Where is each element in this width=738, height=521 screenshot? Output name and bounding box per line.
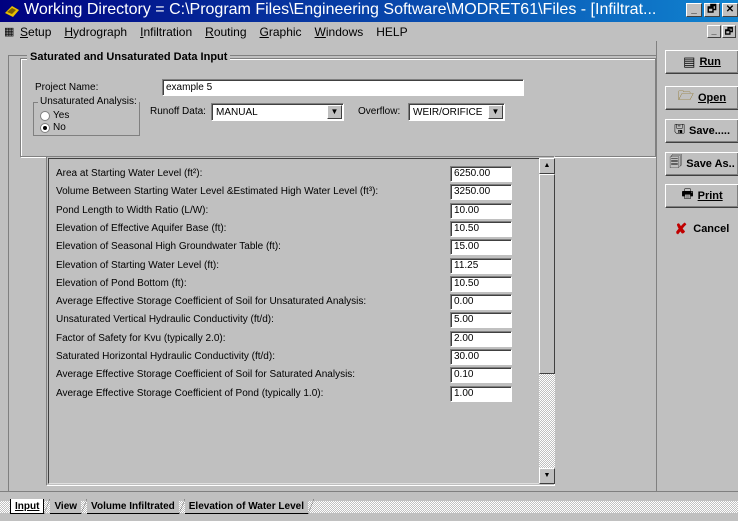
chevron-down-icon[interactable]: ▼ [327, 105, 342, 119]
parameter-input[interactable]: 10.50 [450, 276, 512, 292]
parameter-label: Elevation of Pond Bottom (ft): [56, 278, 187, 289]
parameter-row: Pond Length to Width Ratio (L/W): 10.00 [56, 203, 516, 219]
parameter-label: Volume Between Starting Water Level &Est… [56, 186, 379, 197]
menu-windows[interactable]: Windows [315, 25, 364, 39]
open-button[interactable]: 🗁 Open [665, 86, 738, 110]
menu-hydrograph[interactable]: Hydrograph [64, 25, 127, 39]
unsaturated-analysis-group: Unsaturated Analysis: Yes No [33, 96, 140, 136]
tab-input[interactable]: Input [10, 499, 45, 514]
printer-icon: 🖶 [681, 186, 694, 201]
chevron-down-icon[interactable]: ▼ [488, 105, 503, 119]
parameter-input[interactable]: 0.00 [450, 294, 512, 310]
data-input-group: Saturated and Unsaturated Data Input Pro… [20, 51, 656, 157]
action-panel: ▤ Run 🗁 Open 🖫 Save..... 🗐 Save As.. 🖶 P… [656, 41, 738, 491]
overflow-select[interactable]: WEIR/ORIFICE ▼ [408, 103, 505, 121]
runoff-data-label: Runoff Data: [150, 106, 206, 117]
app-icon [5, 6, 19, 17]
parameter-label: Unsaturated Vertical Hydraulic Conductiv… [56, 314, 274, 325]
parameter-input[interactable]: 0.10 [450, 367, 512, 383]
parameter-label: Elevation of Effective Aquifer Base (ft)… [56, 223, 227, 234]
parameter-label: Saturated Horizontal Hydraulic Conductiv… [56, 351, 275, 362]
close-button[interactable]: ✕ [722, 3, 738, 17]
parameter-row: Area at Starting Water Level (ft²): 6250.… [56, 166, 516, 182]
parameter-row: Average Effective Storage Coefficient of… [56, 294, 516, 310]
window-title: Working Directory = C:\Program Files\Eng… [24, 1, 657, 18]
unsaturated-analysis-label: Unsaturated Analysis: [38, 96, 139, 107]
project-name-input[interactable]: example 5 [162, 79, 524, 96]
restore-button[interactable]: 🗗 [704, 3, 720, 17]
overflow-label: Overflow: [358, 106, 401, 117]
mdi-minimize-button[interactable]: _ [707, 25, 721, 38]
parameter-row: Average Effective Storage Coefficient of… [56, 386, 516, 402]
print-button[interactable]: 🖶 Print [665, 184, 738, 208]
menu-graphic[interactable]: Graphic [260, 25, 302, 39]
bottom-tab-bar: Input View Volume Infiltrated Elevation … [0, 491, 738, 521]
save-as-button[interactable]: 🗐 Save As.. [665, 152, 738, 176]
radio-no[interactable]: No [40, 122, 66, 133]
save-as-icon: 🗐 [669, 154, 683, 169]
mdi-restore-button[interactable]: 🗗 [722, 25, 736, 38]
tab-elevation-water-level[interactable]: Elevation of Water Level [184, 499, 308, 514]
scroll-up-button[interactable]: ▲ [539, 158, 555, 174]
radio-no-button[interactable] [40, 122, 50, 133]
tab-separator [307, 499, 314, 514]
floppy-disk-icon: 🖫 [673, 121, 686, 136]
document-icon[interactable]: ▦ [4, 25, 14, 38]
parameter-label: Elevation of Seasonal High Groundwater T… [56, 241, 281, 252]
minimize-button[interactable]: _ [686, 3, 702, 17]
parameter-row: Volume Between Starting Water Level &Est… [56, 184, 516, 200]
parameter-input[interactable]: 6250.00 [450, 166, 512, 182]
project-name-label: Project Name: [35, 82, 99, 93]
tab-view[interactable]: View [50, 499, 82, 514]
x-icon: ✘ [674, 221, 688, 238]
parameter-row: Elevation of Effective Aquifer Base (ft)… [56, 221, 516, 237]
document-icon: ▤ [683, 54, 696, 69]
parameter-label: Average Effective Storage Coefficient of… [56, 369, 356, 380]
menu-help[interactable]: HELP [376, 25, 407, 39]
parameter-row: Unsaturated Vertical Hydraulic Conductiv… [56, 312, 516, 328]
tab-volume-infiltrated[interactable]: Volume Infiltrated [87, 499, 179, 514]
parameter-row: Average Effective Storage Coefficient of… [56, 367, 516, 383]
parameter-label: Factor of Safety for Kvu (typically 2.0)… [56, 333, 226, 344]
parameters-scrollbar[interactable]: ▲ ▼ [539, 158, 555, 484]
parameter-input[interactable]: 11.25 [450, 258, 512, 274]
parameter-input[interactable]: 1.00 [450, 386, 512, 402]
parameter-input[interactable]: 2.00 [450, 331, 512, 347]
run-button[interactable]: ▤ Run [665, 50, 738, 74]
save-button[interactable]: 🖫 Save..... [665, 119, 738, 143]
runoff-data-select[interactable]: MANUAL ▼ [211, 103, 344, 121]
radio-yes[interactable]: Yes [40, 110, 69, 121]
parameter-row: Elevation of Pond Bottom (ft): 10.50 [56, 276, 516, 292]
parameter-label: Area at Starting Water Level (ft²): [56, 168, 203, 179]
parameter-row: Elevation of Starting Water Level (ft): 1… [56, 258, 516, 274]
parameter-row: Saturated Horizontal Hydraulic Conductiv… [56, 349, 516, 365]
title-bar: Working Directory = C:\Program Files\Eng… [0, 0, 738, 22]
menu-setup[interactable]: Setup [20, 25, 51, 39]
parameter-label: Pond Length to Width Ratio (L/W): [56, 205, 209, 216]
parameter-input[interactable]: 3250.00 [450, 184, 512, 200]
parameter-label: Average Effective Storage Coefficient of… [56, 388, 324, 399]
menu-infiltration[interactable]: Infiltration [140, 25, 192, 39]
scroll-down-button[interactable]: ▼ [539, 468, 555, 484]
parameter-input[interactable]: 5.00 [450, 312, 512, 328]
cancel-button[interactable]: ✘ Cancel [665, 218, 738, 240]
parameter-input[interactable]: 15.00 [450, 239, 512, 255]
folder-icon: 🗁 [677, 88, 694, 103]
parameter-row: Factor of Safety for Kvu (typically 2.0)… [56, 331, 516, 347]
scroll-thumb[interactable] [539, 174, 555, 374]
group-title: Saturated and Unsaturated Data Input [27, 51, 231, 63]
radio-yes-button[interactable] [40, 110, 50, 121]
parameter-label: Average Effective Storage Coefficient of… [56, 296, 367, 307]
parameter-input[interactable]: 10.00 [450, 203, 512, 219]
parameter-row: Elevation of Seasonal High Groundwater T… [56, 239, 516, 255]
parameter-label: Elevation of Starting Water Level (ft): [56, 260, 220, 271]
menu-bar: ▦ Setup Hydrograph Infiltration Routing … [0, 22, 738, 41]
parameter-input[interactable]: 10.50 [450, 221, 512, 237]
menu-routing[interactable]: Routing [205, 25, 246, 39]
parameter-input[interactable]: 30.00 [450, 349, 512, 365]
